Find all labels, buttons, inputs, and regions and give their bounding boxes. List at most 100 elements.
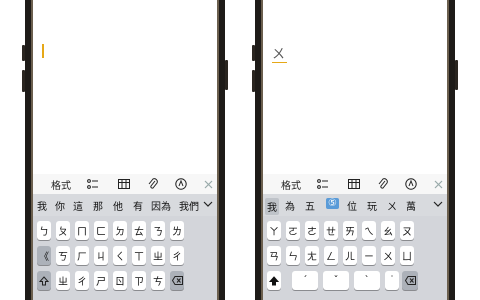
key[interactable]: ㄌ <box>170 221 184 240</box>
candidate[interactable]: 我 <box>37 198 47 213</box>
candidate[interactable]: 有 <box>133 198 143 213</box>
candidate-bar: 我 你 這 那 他 有 因為 我們 <box>33 194 217 216</box>
key[interactable]: ㄕ <box>94 271 108 290</box>
candidate[interactable]: ⑤ <box>326 198 339 209</box>
close-icon[interactable] <box>204 176 213 192</box>
key[interactable]: ㄋ <box>151 221 165 240</box>
shift-key[interactable] <box>37 271 51 290</box>
key[interactable]: ㄆ <box>56 221 70 240</box>
key[interactable]: ㄗ <box>132 271 146 290</box>
zhuyin-keyboard: 我 你 這 那 他 有 因為 我們 ㄅ ㄆ ㄇ ㄈ ㄉ ㄊ ㄋ ㄌ 《 ㄎ ㄏ … <box>33 194 217 300</box>
shift-icon <box>269 275 279 285</box>
volume-button <box>252 45 255 61</box>
chevron-down-icon[interactable] <box>203 199 213 209</box>
attachment-icon[interactable] <box>148 176 158 192</box>
delete-key[interactable] <box>170 271 184 290</box>
delete-key[interactable] <box>402 271 418 290</box>
close-icon[interactable] <box>434 176 443 192</box>
note-screen[interactable]: ㄨ 格式 我 為 五 ⑤ 位 玩 ㄨ 萬 ㄚ ㄛ ㄜ ㄝ ㄞ ㄟ ㄠ ㄡ ㄢ ㄣ… <box>263 0 447 300</box>
chevron-down-icon[interactable] <box>433 199 443 209</box>
key[interactable]: 《 <box>37 246 51 265</box>
key[interactable]: ㄔ <box>75 271 89 290</box>
key[interactable]: ㄉ <box>113 221 127 240</box>
key[interactable]: ㄅ <box>37 221 51 240</box>
key[interactable]: ㄚ <box>267 221 281 240</box>
key[interactable]: ㄟ <box>362 221 376 240</box>
key[interactable]: ㄇ <box>75 221 89 240</box>
key[interactable]: ㄓ <box>56 271 70 290</box>
key[interactable]: ㄎ <box>56 246 70 265</box>
candidate[interactable]: 五 <box>305 198 315 213</box>
key[interactable]: ㄔ <box>170 246 184 265</box>
phone-bezel-right <box>217 0 225 300</box>
key[interactable]: ㄩ <box>400 246 414 265</box>
tone-key[interactable]: ˇ <box>323 271 349 290</box>
right-phone: ㄨ 格式 我 為 五 ⑤ 位 玩 ㄨ 萬 ㄚ ㄛ ㄜ ㄝ ㄞ ㄟ ㄠ ㄡ ㄢ ㄣ… <box>252 0 458 300</box>
format-button[interactable]: 格式 <box>51 176 71 192</box>
candidate[interactable]: 玩 <box>367 198 377 213</box>
text-cursor <box>42 44 44 58</box>
key[interactable]: ㄢ <box>267 246 281 265</box>
key[interactable]: ㄥ <box>324 246 338 265</box>
key[interactable]: ㄊ <box>132 221 146 240</box>
key[interactable]: ㄑ <box>113 246 127 265</box>
table-icon[interactable] <box>348 176 360 192</box>
phone-bezel-right <box>447 0 455 300</box>
checklist-icon[interactable] <box>317 176 329 192</box>
key[interactable]: ㄜ <box>305 221 319 240</box>
backspace-icon <box>171 276 183 285</box>
tone-key[interactable]: ˋ <box>354 271 380 290</box>
power-button <box>455 60 458 90</box>
markup-icon[interactable] <box>405 176 417 192</box>
attachment-icon[interactable] <box>378 176 388 192</box>
candidate[interactable]: 這 <box>73 198 83 213</box>
key[interactable]: ㄖ <box>113 271 127 290</box>
table-icon[interactable] <box>118 176 130 192</box>
candidate[interactable]: 我 <box>265 198 279 215</box>
note-screen[interactable]: 格式 我 你 這 那 他 有 因為 我們 ㄅ ㄆ ㄇ ㄈ ㄉ ㄊ ㄋ ㄌ 《 ㄎ… <box>33 0 217 300</box>
candidate[interactable]: ㄨ <box>387 198 397 213</box>
power-button <box>225 60 228 90</box>
shift-icon <box>39 275 49 285</box>
composing-text: ㄨ <box>272 47 288 63</box>
tone-key[interactable]: ˊ <box>292 271 318 290</box>
tone-key[interactable]: ˙ <box>385 271 399 290</box>
markup-icon[interactable] <box>175 176 187 192</box>
key[interactable]: ㄤ <box>305 246 319 265</box>
candidate[interactable]: 那 <box>93 198 103 213</box>
candidate[interactable]: 他 <box>113 198 123 213</box>
candidate[interactable]: 因為 <box>151 198 171 213</box>
volume-button <box>252 70 255 92</box>
candidate[interactable]: 你 <box>55 198 65 213</box>
backspace-icon <box>404 276 416 285</box>
key[interactable]: ㄡ <box>400 221 414 240</box>
candidate[interactable]: 我們 <box>179 198 199 213</box>
key[interactable]: ㄣ <box>286 246 300 265</box>
key[interactable]: ㄨ <box>381 246 395 265</box>
key[interactable]: ㄝ <box>324 221 338 240</box>
format-toolbar: 格式 <box>263 174 447 194</box>
key[interactable]: ㄏ <box>75 246 89 265</box>
format-button[interactable]: 格式 <box>281 176 301 192</box>
key[interactable]: ㄐ <box>94 246 108 265</box>
volume-button <box>22 45 25 61</box>
format-toolbar: 格式 <box>33 174 217 194</box>
key[interactable]: ㄧ <box>362 246 376 265</box>
checklist-icon[interactable] <box>87 176 99 192</box>
key[interactable]: ㄓ <box>151 246 165 265</box>
volume-button <box>22 70 25 92</box>
candidate[interactable]: 位 <box>347 198 357 213</box>
candidate-bar: 我 為 五 ⑤ 位 玩 ㄨ 萬 <box>263 194 447 216</box>
shift-key[interactable] <box>267 271 281 290</box>
candidate[interactable]: 為 <box>285 198 295 213</box>
key[interactable]: ㄘ <box>151 271 165 290</box>
key[interactable]: ㄞ <box>343 221 357 240</box>
candidate[interactable]: 萬 <box>406 198 416 213</box>
key[interactable]: ㄒ <box>132 246 146 265</box>
key[interactable]: ㄈ <box>94 221 108 240</box>
key[interactable]: ㄠ <box>381 221 395 240</box>
key[interactable]: ㄛ <box>286 221 300 240</box>
phone-bezel-left <box>25 0 33 300</box>
phone-bezel-left <box>255 0 263 300</box>
key[interactable]: ㄦ <box>343 246 357 265</box>
